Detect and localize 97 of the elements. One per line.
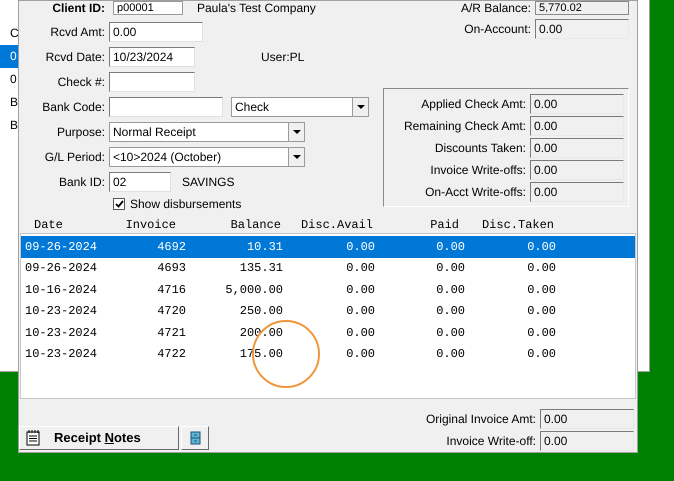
- cabinet-button[interactable]: [181, 426, 209, 450]
- readonly-field: 0.00: [530, 138, 624, 158]
- column-header[interactable]: Disc.Taken: [463, 216, 554, 234]
- readonly-field: 0.00: [530, 94, 624, 114]
- table-cell-text: 4692: [156, 238, 186, 256]
- field-label: Invoice Write-offs:: [430, 162, 526, 178]
- list-item[interactable]: 0: [0, 68, 18, 91]
- table-cell-text: 0.00: [345, 260, 375, 278]
- readonly-field: 0.00: [530, 160, 624, 180]
- table-cell-text: 4721: [156, 324, 186, 342]
- column-header[interactable]: Paid: [373, 216, 463, 234]
- table-cell-text: 10.31: [246, 238, 283, 256]
- readonly-field: 0.00: [530, 116, 624, 136]
- table-cell-text: 0.00: [435, 238, 465, 256]
- table-cell-text: 0.00: [345, 282, 375, 299]
- table-cell-text: 4720: [156, 303, 186, 320]
- checkbox[interactable]: [113, 198, 125, 210]
- readonly-field: 0.00: [530, 182, 624, 202]
- notepad-icon: [26, 430, 40, 446]
- readonly-field: 0.00: [540, 431, 634, 451]
- dropdown[interactable]: <10>2024 (October): [109, 146, 305, 166]
- readonly-field: 0.00: [535, 19, 629, 39]
- table-row[interactable]: 09-26-2024 4693 135.31 0.00 0.00 0.00: [21, 258, 635, 279]
- column-header[interactable]: Balance: [184, 216, 281, 234]
- dropdown-caret-icon: [292, 130, 300, 134]
- table-cell-text: 4716: [156, 282, 186, 299]
- field-label: Bank ID:: [58, 174, 105, 190]
- table-cell-text: 10-23-2024: [24, 303, 98, 320]
- bank-name: SAVINGS: [182, 174, 234, 188]
- table-cell-text: 10-16-2024: [24, 282, 98, 299]
- client-name: Paula's Test Company: [197, 0, 316, 17]
- table-cell-text: 10-23-2024: [24, 324, 98, 342]
- table-row[interactable]: 10-23-2024 4720 250.00 0.00 0.00 0.00: [21, 300, 635, 322]
- table-cell-text: 0.00: [345, 324, 375, 342]
- field-label: Discounts Taken:: [434, 140, 526, 156]
- column-header[interactable]: Date: [19, 216, 99, 234]
- field-label: Client ID:: [52, 0, 105, 17]
- table-row[interactable]: 09-26-2024 4692 10.31 0.00 0.00 0.00: [21, 236, 635, 258]
- field-label: Check #:: [58, 74, 105, 90]
- field-label: Rcvd Amt:: [50, 24, 105, 40]
- table-cell-text: 0.00: [526, 346, 556, 364]
- table-cell-text: 0.00: [526, 260, 556, 278]
- table-cell-text: 5,000.00: [224, 282, 283, 299]
- input-field[interactable]: 02: [109, 172, 171, 192]
- table-row[interactable]: 10-16-2024 4716 5,000.00 0.00 0.00 0.00: [21, 279, 635, 300]
- table-cell-text: 09-26-2024: [24, 260, 98, 278]
- table-cell-text: 0.00: [345, 346, 375, 364]
- list-item[interactable]: C: [0, 22, 18, 45]
- table-cell-text: 250.00: [238, 303, 283, 320]
- field-label: Remaining Check Amt:: [404, 118, 526, 134]
- list-item[interactable]: 0: [0, 45, 18, 68]
- readonly-field: 5,770.02: [535, 1, 629, 15]
- table-cell-text: 0.00: [526, 324, 556, 342]
- table-cell-text: 0.00: [435, 282, 465, 299]
- field-label: A/R Balance:: [460, 0, 531, 17]
- table-cell-text: 0.00: [345, 303, 375, 320]
- field-label: G/L Period:: [44, 148, 105, 166]
- field-label: On-Account:: [464, 21, 531, 38]
- list-item[interactable]: B: [0, 91, 18, 114]
- table-cell-text: 0.00: [435, 303, 465, 320]
- receipt-notes-button[interactable]: Receipt Notes: [19, 426, 179, 450]
- table-cell-text: 0.00: [435, 346, 465, 364]
- field-label: Applied Check Amt:: [421, 96, 526, 112]
- field-label: On-Acct Write-offs:: [425, 184, 526, 200]
- table-cell-text: 135.31: [238, 260, 283, 278]
- input-field[interactable]: [109, 96, 223, 116]
- table-cell-text: 4693: [156, 260, 186, 278]
- table-cell-text: 4722: [156, 346, 186, 364]
- table-cell-text: 10-23-2024: [24, 346, 98, 364]
- table-cell-text: 0.00: [345, 238, 375, 256]
- dropdown[interactable]: Check: [231, 96, 369, 116]
- dropdown[interactable]: Normal Receipt: [109, 122, 305, 142]
- readonly-field: 0.00: [540, 409, 634, 429]
- input-field[interactable]: [109, 72, 195, 92]
- checkmark-icon: [114, 200, 124, 208]
- field-label: Rcvd Date:: [46, 48, 105, 66]
- input-field[interactable]: 0.00: [109, 22, 203, 42]
- file-cabinet-icon: [190, 431, 200, 445]
- table-cell-text: 0.00: [526, 282, 556, 299]
- list-item[interactable]: B: [0, 114, 18, 137]
- checkbox-label: Show disbursements: [130, 196, 242, 213]
- dropdown-caret-icon: [292, 154, 300, 158]
- table-cell-text: 0.00: [526, 303, 556, 320]
- table-cell-text: 0.00: [435, 260, 465, 278]
- input-field[interactable]: p00001: [113, 1, 183, 15]
- field-label: Bank Code:: [42, 98, 105, 116]
- field-label: Invoice Write-off:: [446, 433, 536, 450]
- user-label: User:PL: [261, 50, 304, 64]
- field-label: Purpose:: [56, 124, 105, 140]
- column-header[interactable]: Invoice: [99, 216, 184, 234]
- column-header[interactable]: Disc.Avail: [281, 216, 373, 234]
- field-label: Original Invoice Amt:: [426, 411, 536, 428]
- table-cell-text: 0.00: [435, 324, 465, 342]
- table-cell-text: 0.00: [526, 238, 556, 256]
- dropdown-caret-icon: [356, 104, 364, 108]
- date-field[interactable]: 10/23/2024: [109, 46, 195, 66]
- table-cell-text: 09-26-2024: [24, 238, 98, 256]
